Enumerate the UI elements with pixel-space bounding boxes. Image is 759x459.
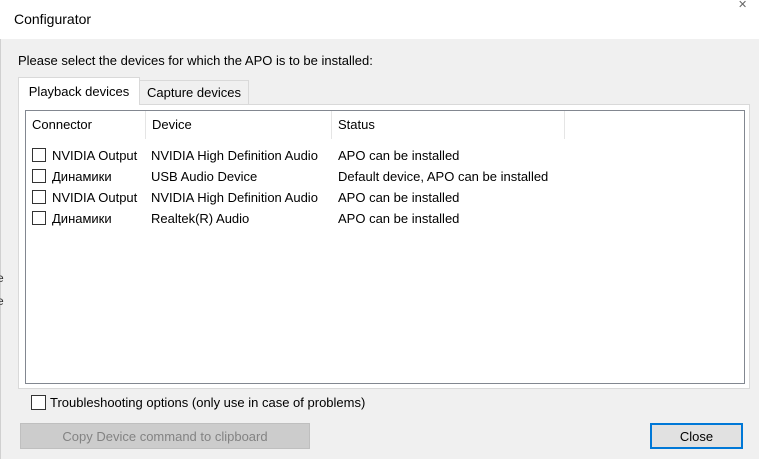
row-checkbox[interactable]: [32, 211, 46, 225]
device-cell: Realtek(R) Audio: [151, 211, 250, 226]
close-button[interactable]: Close: [650, 423, 743, 449]
status-cell: APO can be installed: [338, 148, 460, 163]
instruction-text: Please select the devices for which the …: [18, 53, 373, 68]
device-cell: NVIDIA High Definition Audio: [151, 148, 318, 163]
connector-cell: NVIDIA Output: [52, 190, 138, 205]
connector-cell: Динамики: [52, 169, 112, 184]
status-cell: APO can be installed: [338, 211, 460, 226]
connector-cell: Динамики: [52, 211, 112, 226]
copy-device-command-button[interactable]: Copy Device command to clipboard: [20, 423, 310, 449]
table-row[interactable]: Динамики USB Audio Device Default device…: [26, 166, 744, 187]
background-fragment: e: [0, 271, 4, 285]
tab-panel-playback: Connector Device Status NVIDIA Output NV…: [18, 104, 750, 389]
table-row[interactable]: NVIDIA Output NVIDIA High Definition Aud…: [26, 187, 744, 208]
column-header-connector[interactable]: Connector: [26, 111, 146, 139]
device-list[interactable]: Connector Device Status NVIDIA Output NV…: [25, 110, 745, 384]
window-edge: [0, 39, 1, 459]
title-bar[interactable]: Configurator ✕: [0, 0, 759, 39]
troubleshooting-checkbox[interactable]: [31, 395, 46, 410]
row-checkbox[interactable]: [32, 169, 46, 183]
tab-capture-devices[interactable]: Capture devices: [139, 80, 249, 105]
connector-cell: NVIDIA Output: [52, 148, 138, 163]
row-checkbox[interactable]: [32, 148, 46, 162]
column-header-device[interactable]: Device: [146, 111, 332, 139]
table-row[interactable]: Динамики Realtek(R) Audio APO can be ins…: [26, 208, 744, 229]
device-cell: NVIDIA High Definition Audio: [151, 190, 318, 205]
window-title: Configurator: [14, 11, 92, 27]
status-cell: Default device, APO can be installed: [338, 169, 549, 184]
table-row[interactable]: NVIDIA Output NVIDIA High Definition Aud…: [26, 145, 744, 166]
background-fragment: e: [0, 294, 4, 308]
configurator-window: Configurator ✕ e e Please select the dev…: [0, 0, 759, 459]
list-header: Connector Device Status: [26, 111, 744, 139]
device-cell: USB Audio Device: [151, 169, 258, 184]
close-icon[interactable]: ✕: [738, 0, 759, 10]
column-header-status[interactable]: Status: [332, 111, 565, 139]
status-cell: APO can be installed: [338, 190, 460, 205]
row-checkbox[interactable]: [32, 190, 46, 204]
tab-playback-devices[interactable]: Playback devices: [18, 77, 140, 105]
troubleshooting-label[interactable]: Troubleshooting options (only use in cas…: [50, 395, 365, 411]
